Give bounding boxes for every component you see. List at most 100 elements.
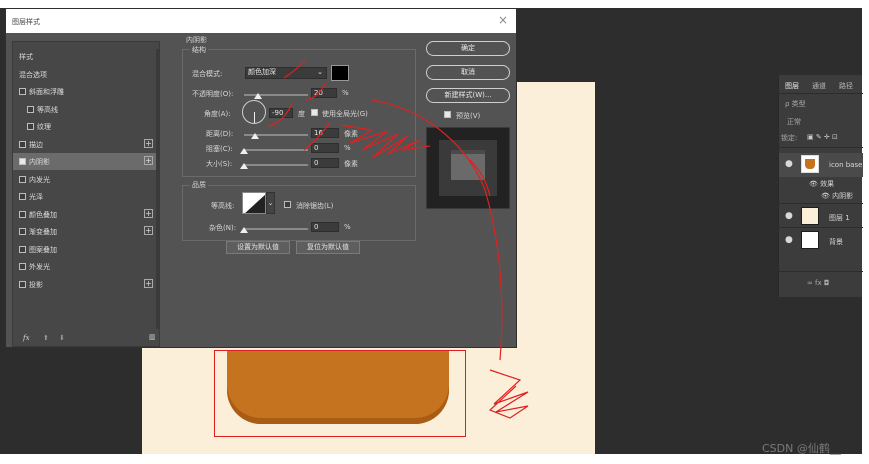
new-style-button[interactable]: 新建样式(W)... — [426, 88, 510, 103]
distance-slider-handle[interactable] — [251, 133, 259, 139]
opacity-field[interactable]: 20 — [311, 88, 337, 98]
quality-title: 品质 — [190, 180, 208, 190]
noise-slider[interactable] — [244, 228, 308, 230]
visibility-eye-icon[interactable]: ● — [785, 159, 793, 169]
layer-name: 图层 1 — [829, 214, 850, 222]
noise-label: 杂色(N): — [209, 224, 237, 232]
style-item-label: 内阴影 — [29, 158, 50, 166]
style-checkbox[interactable] — [19, 210, 26, 218]
style-list-item[interactable]: 混合选项 — [13, 66, 159, 83]
layer-row-icon-base[interactable]: ● icon base — [779, 153, 863, 177]
layer-effect-inner-shadow[interactable]: 👁 内阴影 — [779, 189, 863, 201]
style-item-label: 颜色叠加 — [29, 210, 57, 219]
layers-footer-icons[interactable]: ∞ fx ◘ — [807, 279, 829, 287]
blend-mode-dropdown[interactable]: 颜色加深 ⌄ — [245, 67, 327, 79]
fx-icon[interactable]: fx — [23, 334, 30, 342]
shadow-color-swatch[interactable] — [331, 65, 349, 81]
style-list-item[interactable]: 光泽 — [13, 188, 159, 205]
layer-name: icon base — [829, 161, 863, 169]
contour-curve — [245, 194, 265, 213]
style-list-item[interactable]: 样式 — [13, 48, 159, 65]
add-effect-icon[interactable]: + — [144, 138, 153, 148]
style-item-label: 描边 — [29, 140, 43, 149]
ok-button[interactable]: 确定 — [426, 41, 510, 56]
tab-layers[interactable]: 图层 — [785, 81, 799, 91]
chevron-down-icon[interactable]: ⌄ — [266, 192, 275, 214]
make-default-button[interactable]: 设置为默认值 — [226, 241, 290, 254]
add-effect-icon[interactable]: + — [144, 278, 153, 288]
visibility-eye-icon[interactable]: ● — [785, 235, 793, 245]
angle-label: 角度(A): — [204, 110, 231, 118]
layer-search-input[interactable]: ρ 类型 — [785, 99, 806, 109]
close-icon[interactable]: × — [498, 13, 508, 27]
move-down-icon[interactable]: ⬇ — [59, 334, 65, 342]
reset-default-button[interactable]: 复位为默认值 — [296, 241, 360, 254]
tab-channels[interactable]: 通道 — [812, 81, 826, 91]
size-field[interactable]: 0 — [311, 158, 339, 168]
style-checkbox[interactable] — [27, 123, 34, 130]
style-item-label: 混合选项 — [19, 70, 47, 79]
add-effect-icon[interactable]: + — [144, 156, 153, 165]
layer-row-layer1[interactable]: ● 图层 1 — [779, 205, 863, 227]
angle-field[interactable]: -90 — [269, 108, 293, 118]
trash-icon[interactable]: ▥ — [149, 333, 156, 341]
style-checkbox[interactable] — [19, 263, 26, 270]
style-list-item[interactable]: 渐变叠加 + — [13, 223, 159, 240]
style-list-item[interactable]: 等高线 — [13, 101, 159, 118]
noise-slider-handle[interactable] — [240, 227, 248, 233]
distance-field[interactable]: 16 — [311, 128, 339, 138]
opacity-slider-handle[interactable] — [254, 93, 262, 99]
style-checkbox[interactable] — [19, 280, 26, 288]
style-list-item[interactable]: 内发光 — [13, 171, 159, 188]
style-item-label: 纹理 — [37, 123, 51, 131]
blend-mode-select[interactable]: 正常 — [787, 117, 801, 127]
choke-field[interactable]: 0 — [311, 143, 339, 153]
section-title: 内阴影 — [186, 36, 207, 44]
style-checkbox[interactable] — [19, 245, 26, 253]
style-checkbox[interactable] — [19, 228, 26, 235]
style-checkbox[interactable] — [19, 158, 26, 165]
cancel-button[interactable]: 取消 — [426, 65, 510, 80]
layer-row-background[interactable]: ● 背景 — [779, 229, 863, 251]
style-checkbox[interactable] — [19, 193, 26, 200]
layer-style-dialog: 图层样式 × 样式混合选项斜面和浮雕等高线纹理描边 + 内阴影 + 内发光光泽颜色叠加 +… — [5, 8, 517, 348]
style-item-label: 斜面和浮雕 — [29, 88, 64, 96]
blend-mode-label: 混合模式: — [192, 70, 223, 78]
style-list-item[interactable]: 投影 + — [13, 276, 159, 293]
style-list-item[interactable]: 描边 + — [13, 136, 159, 153]
style-item-label: 投影 — [29, 280, 43, 289]
style-list-item[interactable]: 内阴影 + — [13, 153, 159, 170]
antialias-checkbox[interactable] — [284, 201, 291, 208]
lock-icons[interactable]: ▣ ✎ ✛ ⊡ — [807, 133, 838, 141]
style-checkbox[interactable] — [27, 105, 34, 113]
style-item-label: 光泽 — [29, 193, 43, 201]
layer-thumbnail — [801, 155, 819, 173]
style-list-item[interactable]: 斜面和浮雕 — [13, 83, 159, 100]
visibility-eye-icon[interactable]: ● — [785, 211, 793, 221]
style-checkbox[interactable] — [19, 88, 26, 95]
choke-slider-handle[interactable] — [240, 148, 248, 154]
angle-dial[interactable] — [242, 100, 266, 124]
move-up-icon[interactable]: ⬆ — [43, 334, 49, 342]
style-list-item[interactable]: 外发光 — [13, 258, 159, 275]
choke-unit: % — [344, 144, 351, 152]
layer-effects-row[interactable]: 👁 效果 — [779, 177, 863, 189]
style-list-item[interactable]: 纹理 — [13, 118, 159, 135]
divider — [779, 203, 863, 204]
style-list-item[interactable]: 图案叠加 — [13, 241, 159, 258]
add-effect-icon[interactable]: + — [144, 226, 153, 235]
size-slider[interactable] — [244, 164, 308, 166]
size-slider-handle[interactable] — [240, 163, 248, 169]
style-checkbox[interactable] — [19, 140, 26, 148]
global-light-checkbox[interactable] — [311, 109, 318, 116]
style-list-scrollbar[interactable] — [156, 49, 160, 329]
style-checkbox[interactable] — [19, 175, 26, 183]
choke-slider[interactable] — [244, 149, 308, 151]
dialog-titlebar[interactable]: 图层样式 × — [6, 9, 516, 33]
style-list-item[interactable]: 颜色叠加 + — [13, 206, 159, 223]
add-effect-icon[interactable]: + — [144, 208, 153, 218]
noise-field[interactable]: 0 — [311, 222, 339, 232]
preview-checkbox[interactable] — [444, 111, 451, 118]
tab-paths[interactable]: 路径 — [839, 81, 853, 91]
contour-preview[interactable] — [242, 192, 266, 214]
